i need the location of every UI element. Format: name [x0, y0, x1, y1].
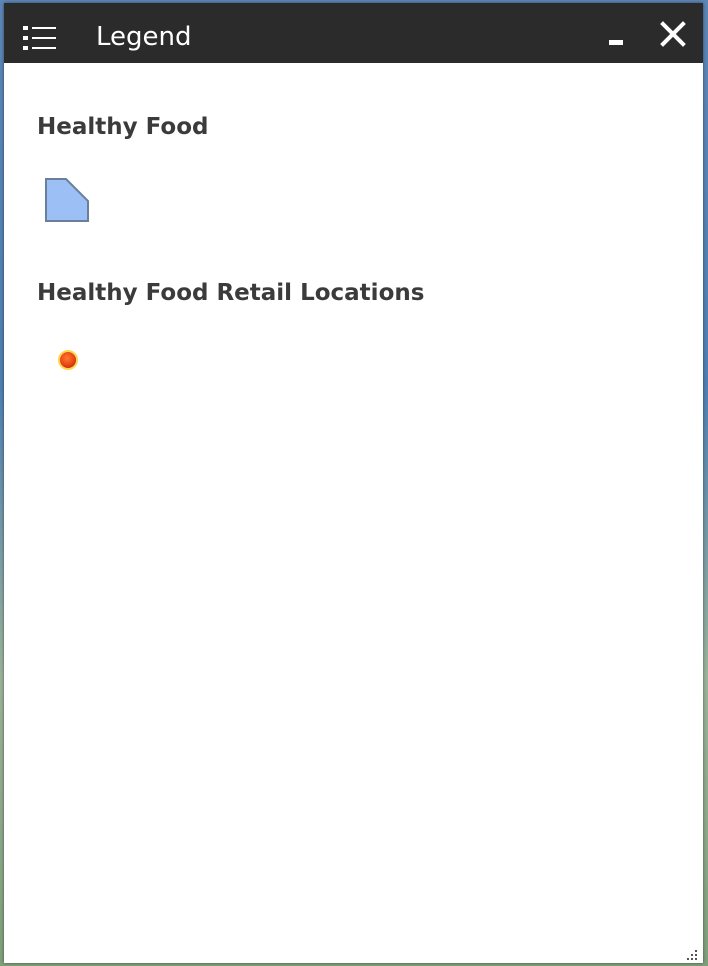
legend-titlebar[interactable]: Legend: [4, 3, 703, 63]
resize-grip-icon[interactable]: [685, 947, 699, 961]
list-menu-icon[interactable]: [23, 23, 57, 57]
legend-panel: Legend Healthy Food Healthy Food Retail …: [4, 3, 703, 963]
layer-title-healthy-food: Healthy Food: [37, 114, 209, 140]
minimize-icon: [604, 36, 630, 55]
point-symbol-icon: [56, 348, 80, 372]
layer-title-healthy-food-retail-locations: Healthy Food Retail Locations: [37, 280, 425, 306]
close-button[interactable]: [658, 19, 688, 49]
window-title: Legend: [96, 22, 192, 52]
minimize-button[interactable]: [604, 23, 630, 51]
polygon-symbol-icon: [44, 177, 92, 223]
close-icon: [658, 21, 688, 53]
